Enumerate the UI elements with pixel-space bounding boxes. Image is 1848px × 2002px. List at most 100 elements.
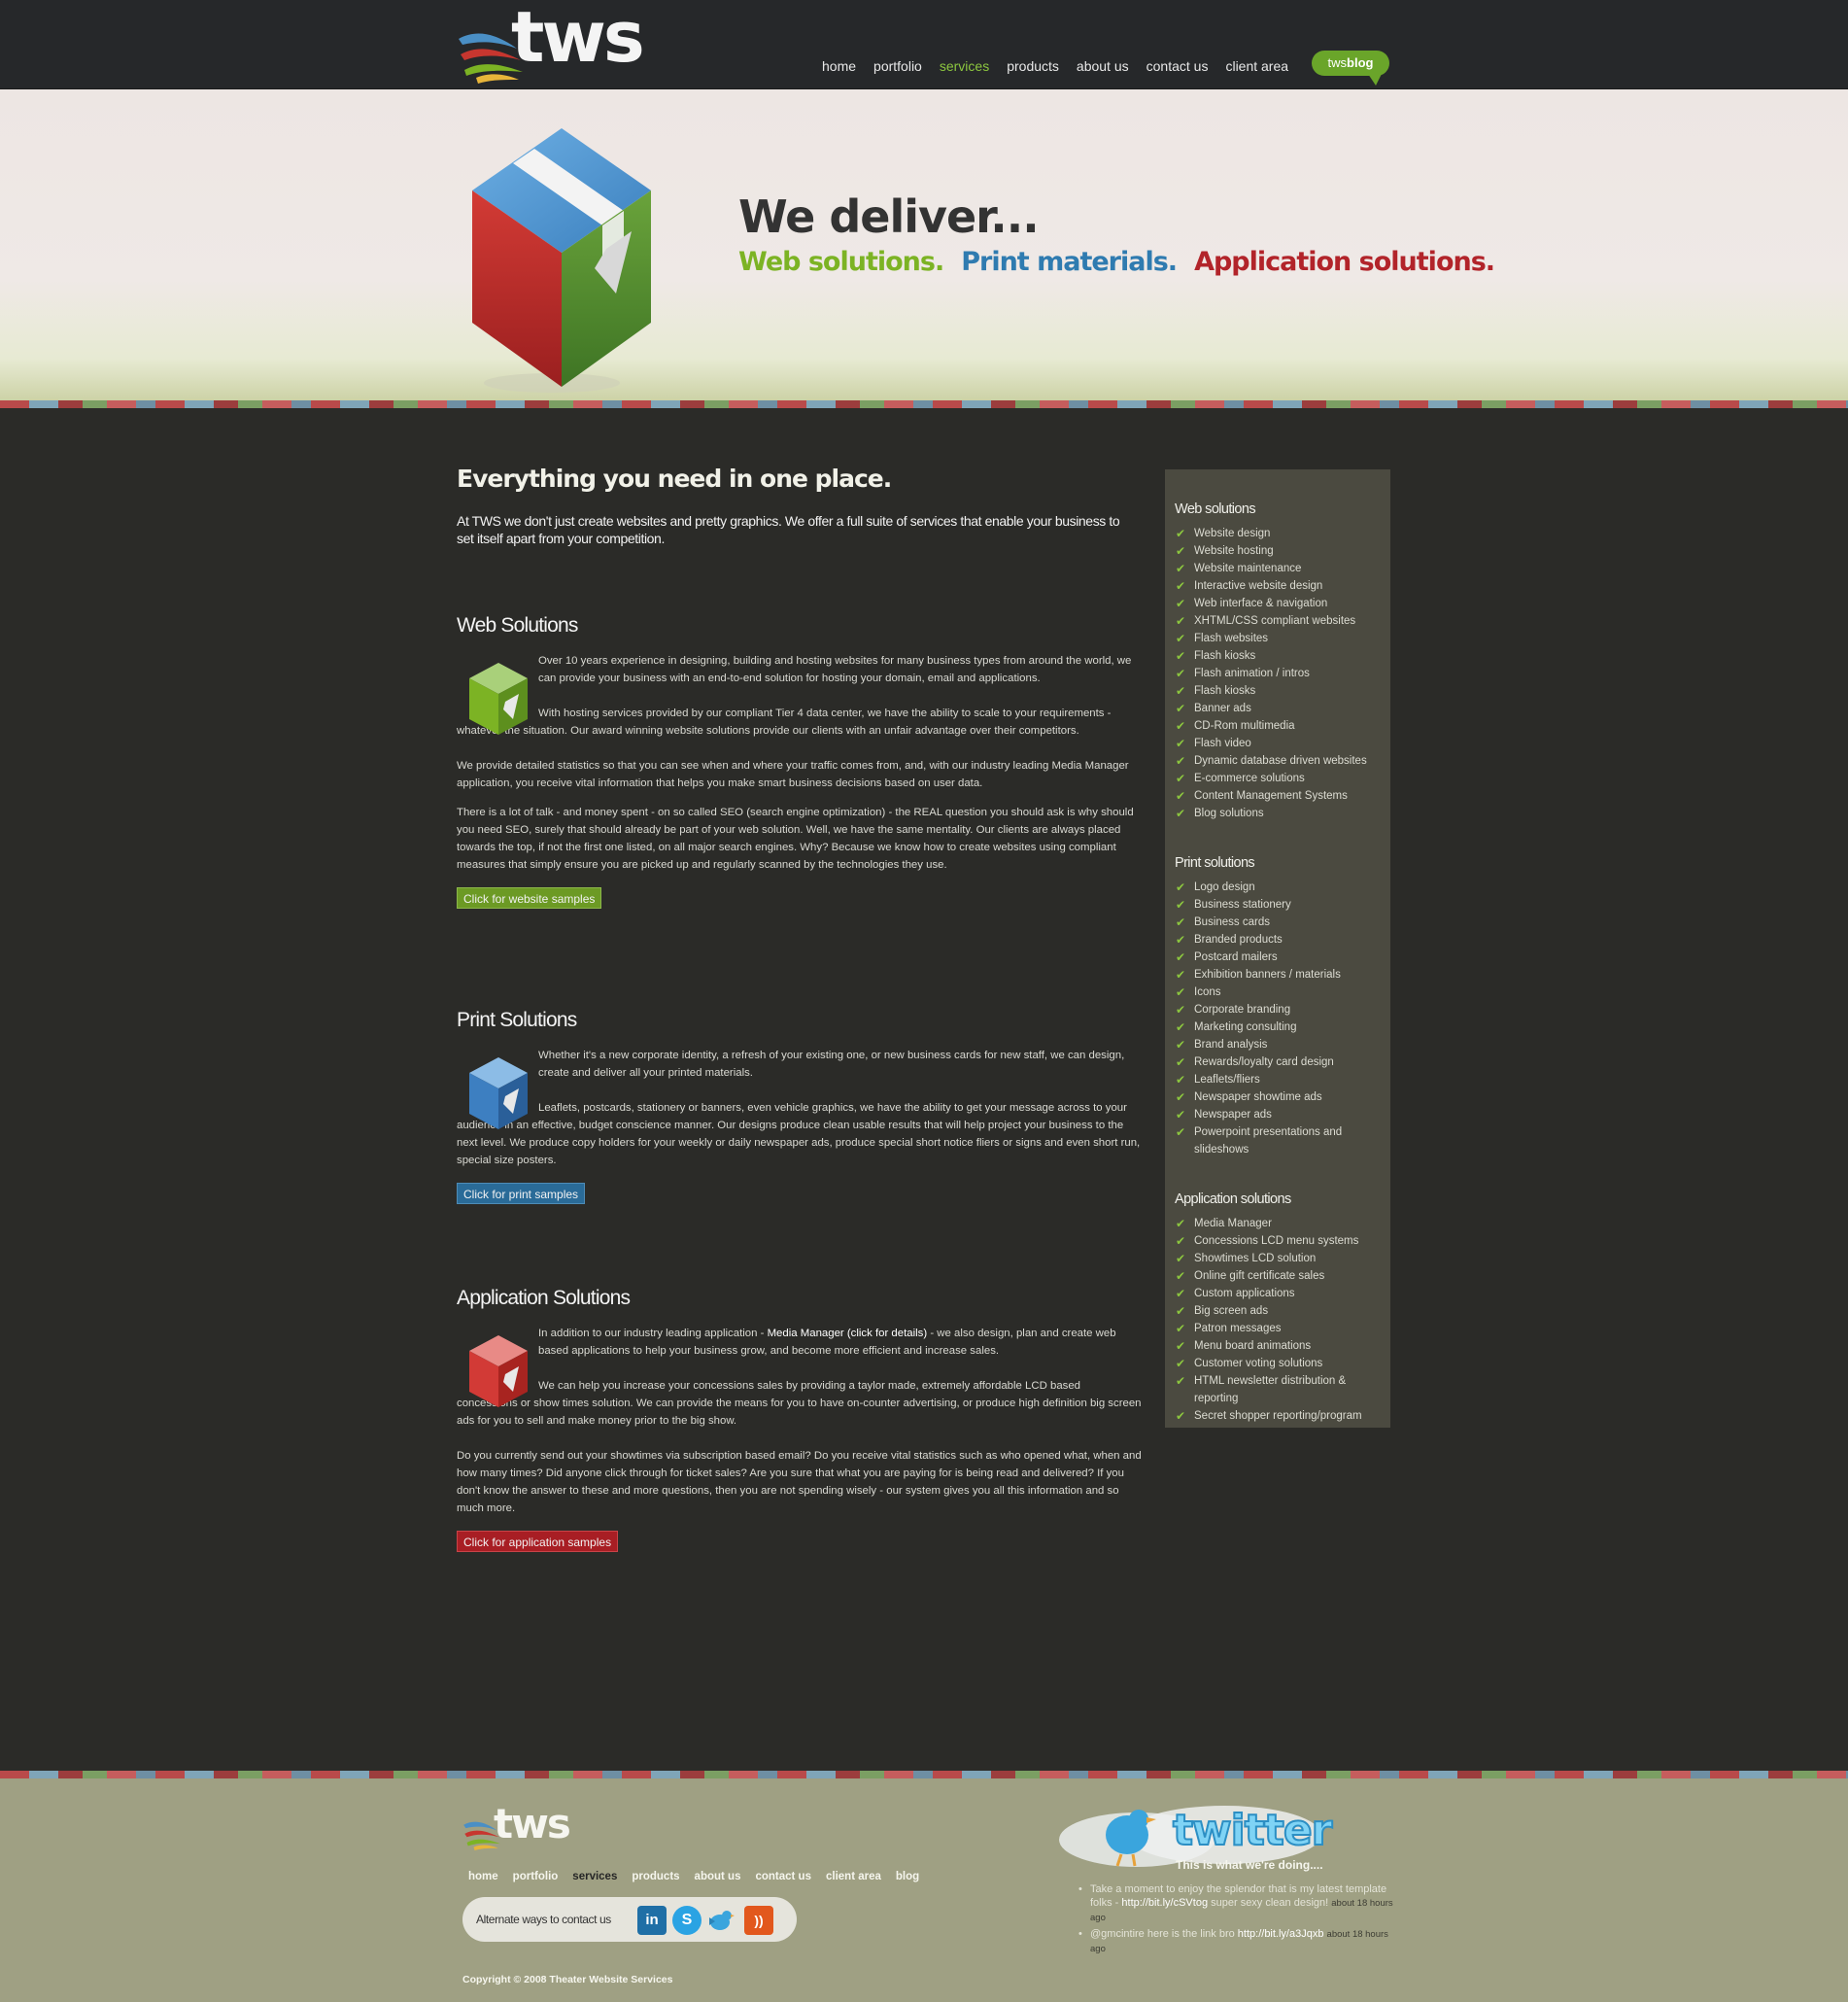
sidebar-print-item[interactable]: Business stationery bbox=[1175, 896, 1390, 914]
tweet-list: Take a moment to enjoy the splendor that… bbox=[1077, 1882, 1397, 1958]
footer-divider-stripe bbox=[0, 1771, 1848, 1778]
copyright-text: Copyright © 2008 Theater Website Service… bbox=[462, 1974, 673, 1985]
nav-contact-us[interactable]: contact us bbox=[1146, 58, 1209, 74]
sidebar-web-item[interactable]: Website design bbox=[1175, 525, 1390, 542]
sidebar-app-item[interactable]: Online gift certificate sales bbox=[1175, 1267, 1390, 1285]
skype-icon[interactable]: S bbox=[672, 1906, 702, 1935]
red-box-icon bbox=[469, 1335, 528, 1407]
sidebar-app-item[interactable]: Media Manager bbox=[1175, 1215, 1390, 1232]
sidebar-app-item[interactable]: Patron messages bbox=[1175, 1320, 1390, 1337]
sidebar-web-item[interactable]: Web interface & navigation bbox=[1175, 595, 1390, 612]
sidebar-print-item[interactable]: Marketing consulting bbox=[1175, 1018, 1390, 1036]
web-para-2: With hosting services provided by our co… bbox=[457, 708, 1112, 737]
sidebar-web-item[interactable]: Flash animation / intros bbox=[1175, 665, 1390, 682]
sidebar-web-item[interactable]: Flash websites bbox=[1175, 630, 1390, 647]
tweet-link[interactable]: http://bit.ly/a3Jqxb bbox=[1238, 1928, 1324, 1940]
hero-sub-application: Application solutions. bbox=[1194, 247, 1495, 277]
footer-logo-text: tws bbox=[494, 1800, 571, 1847]
footer-nav-client-area[interactable]: client area bbox=[826, 1871, 881, 1882]
nav-services[interactable]: services bbox=[940, 58, 989, 74]
nav-products[interactable]: products bbox=[1007, 58, 1059, 74]
sidebar-app-item[interactable]: Concessions LCD menu systems bbox=[1175, 1232, 1390, 1250]
sidebar-web-item[interactable]: Banner ads bbox=[1175, 700, 1390, 717]
site-logo[interactable]: tws bbox=[457, 0, 645, 84]
sidebar-web-item[interactable]: CD-Rom multimedia bbox=[1175, 717, 1390, 735]
sidebar-app-item[interactable]: Menu board animations bbox=[1175, 1337, 1390, 1355]
nav-client-area[interactable]: client area bbox=[1225, 58, 1288, 74]
sidebar-app-item[interactable]: Custom applications bbox=[1175, 1285, 1390, 1302]
sidebar-print-item[interactable]: Corporate branding bbox=[1175, 1001, 1390, 1018]
sidebar-web-item[interactable]: Flash kiosks bbox=[1175, 682, 1390, 700]
sidebar-print-item[interactable]: Rewards/loyalty card design bbox=[1175, 1053, 1390, 1071]
web-para-3: We provide detailed statistics so that y… bbox=[457, 760, 1129, 789]
linkedin-icon[interactable]: in bbox=[637, 1906, 667, 1935]
twitter-subtitle: This is what we're doing.... bbox=[1176, 1858, 1323, 1872]
tweet-item: Take a moment to enjoy the splendor that… bbox=[1077, 1882, 1397, 1925]
footer-nav-products[interactable]: products bbox=[632, 1871, 679, 1882]
nav-portfolio[interactable]: portfolio bbox=[873, 58, 922, 74]
tweet-text-end: super sexy clean design! bbox=[1208, 1897, 1329, 1909]
sidebar-app-item[interactable]: Secret shopper reporting/program bbox=[1175, 1407, 1390, 1425]
sidebar-app-item[interactable]: Customer voting solutions bbox=[1175, 1355, 1390, 1372]
application-solutions-title: Application Solutions bbox=[457, 1287, 631, 1309]
print-samples-button[interactable]: Click for print samples bbox=[457, 1183, 586, 1204]
hero-headline: We deliver... bbox=[738, 190, 1040, 243]
sidebar-print-item[interactable]: Icons bbox=[1175, 984, 1390, 1001]
nav-home[interactable]: home bbox=[822, 58, 856, 74]
twitter-bird-icon[interactable] bbox=[705, 1906, 735, 1935]
sidebar-web-item[interactable]: Dynamic database driven websites bbox=[1175, 752, 1390, 770]
sidebar-app-item[interactable]: Big screen ads bbox=[1175, 1302, 1390, 1320]
web-para-1: Over 10 years experience in designing, b… bbox=[538, 655, 1132, 684]
app-para-2: We can help you increase your concession… bbox=[457, 1380, 1142, 1427]
hero-sub-web: Web solutions. bbox=[738, 247, 944, 277]
sidebar-print-item[interactable]: Brand analysis bbox=[1175, 1036, 1390, 1053]
sidebar-web-title: Web solutions bbox=[1175, 501, 1256, 517]
application-samples-button[interactable]: Click for application samples bbox=[457, 1531, 619, 1552]
tweet-item: @gmcintire here is the link bro http://b… bbox=[1077, 1927, 1397, 1956]
print-para-2: Leaflets, postcards, stationery or banne… bbox=[457, 1102, 1141, 1166]
web-solutions-title: Web Solutions bbox=[457, 614, 578, 637]
media-manager-link[interactable]: Media Manager (click for details) bbox=[768, 1328, 928, 1339]
sidebar-print-item[interactable]: Postcard mailers bbox=[1175, 949, 1390, 966]
sidebar-app-item[interactable]: HTML newsletter distribution & reporting bbox=[1175, 1372, 1390, 1407]
app-para-1-start: In addition to our industry leading appl… bbox=[538, 1328, 768, 1339]
alternate-contact-label: Alternate ways to contact us bbox=[476, 1913, 611, 1926]
tweet-link[interactable]: http://bit.ly/cSVtog bbox=[1121, 1897, 1208, 1909]
footer-nav-services[interactable]: services bbox=[572, 1871, 617, 1882]
rss-icon[interactable]: )) bbox=[744, 1906, 773, 1935]
sidebar-web-item[interactable]: Website maintenance bbox=[1175, 560, 1390, 577]
footer-nav-portfolio[interactable]: portfolio bbox=[513, 1871, 559, 1882]
sidebar-web-item[interactable]: Website hosting bbox=[1175, 542, 1390, 560]
nav-about-us[interactable]: about us bbox=[1077, 58, 1129, 74]
sidebar-web-item[interactable]: XHTML/CSS compliant websites bbox=[1175, 612, 1390, 630]
sidebar-web-item[interactable]: Flash video bbox=[1175, 735, 1390, 752]
sidebar-print-item[interactable]: Newspaper showtime ads bbox=[1175, 1088, 1390, 1106]
twitter-logo-text[interactable]: twitter bbox=[1172, 1805, 1333, 1856]
green-box-icon bbox=[469, 663, 528, 735]
sidebar-web-item[interactable]: Flash kiosks bbox=[1175, 647, 1390, 665]
sidebar-print-item[interactable]: Business cards bbox=[1175, 914, 1390, 931]
sidebar-print-item[interactable]: Newspaper ads bbox=[1175, 1106, 1390, 1123]
footer-nav-home[interactable]: home bbox=[468, 1871, 498, 1882]
sidebar-app-title: Application solutions bbox=[1175, 1191, 1291, 1207]
sidebar-app-item[interactable]: Showtimes LCD solution bbox=[1175, 1250, 1390, 1267]
sidebar-print-item[interactable]: Logo design bbox=[1175, 879, 1390, 896]
print-para-1: Whether it's a new corporate identity, a… bbox=[538, 1050, 1125, 1079]
web-solutions-section: Web Solutions Over 10 years experience i… bbox=[457, 614, 1142, 909]
footer-nav-about-us[interactable]: about us bbox=[695, 1871, 741, 1882]
footer-nav-blog[interactable]: blog bbox=[896, 1871, 919, 1882]
sidebar-web-item[interactable]: Content Management Systems bbox=[1175, 787, 1390, 805]
sidebar-web-item[interactable]: Blog solutions bbox=[1175, 805, 1390, 822]
sidebar-app-list: Media ManagerConcessions LCD menu system… bbox=[1175, 1215, 1390, 1425]
sidebar-print-item[interactable]: Exhibition banners / materials bbox=[1175, 966, 1390, 984]
sidebar-print-item[interactable]: Branded products bbox=[1175, 931, 1390, 949]
blog-badge-prefix: tws bbox=[1327, 55, 1348, 70]
sidebar-print-item[interactable]: Leaflets/fliers bbox=[1175, 1071, 1390, 1088]
footer-logo[interactable]: tws bbox=[462, 1800, 579, 1850]
sidebar-web-item[interactable]: E-commerce solutions bbox=[1175, 770, 1390, 787]
footer-nav-contact-us[interactable]: contact us bbox=[755, 1871, 811, 1882]
sidebar-print-item[interactable]: Powerpoint presentations and slideshows bbox=[1175, 1123, 1390, 1158]
blog-badge-button[interactable]: twsblog bbox=[1312, 51, 1389, 86]
sidebar-web-item[interactable]: Interactive website design bbox=[1175, 577, 1390, 595]
website-samples-button[interactable]: Click for website samples bbox=[457, 887, 602, 909]
